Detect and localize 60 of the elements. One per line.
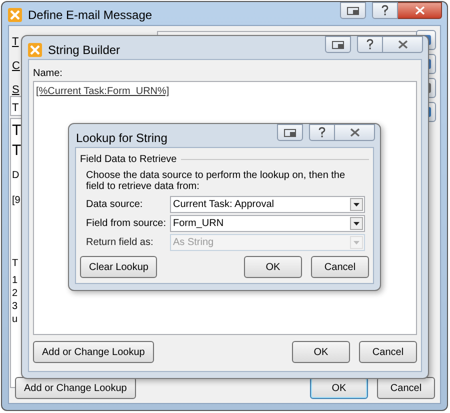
help-icon <box>366 39 374 50</box>
dialog-button[interactable]: OK <box>244 256 302 278</box>
dialog-button[interactable]: Cancel <box>377 377 435 399</box>
dropdown-value: As String <box>172 236 215 250</box>
lookup-button[interactable]: Add or Change Lookup <box>33 341 154 363</box>
lookup-button[interactable]: Clear Lookup <box>80 256 158 278</box>
help-button[interactable] <box>357 36 383 53</box>
window-mode-button[interactable] <box>325 36 351 53</box>
dropdown[interactable]: Current Task: Approval <box>170 196 365 213</box>
dropdown[interactable]: Form_URN <box>170 215 365 232</box>
close-icon <box>350 128 360 137</box>
window-title: Define E-mail Message <box>28 7 152 24</box>
dropdown-value: Current Task: Approval <box>172 198 275 212</box>
caret-icon <box>350 198 363 211</box>
close-icon <box>414 6 424 15</box>
caret-icon <box>350 236 363 249</box>
field-value: [%Current Task:Form_URN%] <box>36 86 170 97</box>
body-text: D <box>12 169 20 182</box>
field-label: T <box>12 35 20 48</box>
window-mode-icon <box>332 40 344 48</box>
close-icon <box>398 40 408 49</box>
instructions-text: Choose the data source to perform the lookup on, then the field to retrieve data from: <box>85 170 346 192</box>
body-text: 2 <box>12 287 18 300</box>
window-mode-button[interactable] <box>340 2 366 19</box>
close-button[interactable] <box>383 36 423 53</box>
window-title: Lookup for String <box>76 130 168 147</box>
dialog-button[interactable]: OK <box>310 377 368 399</box>
field-text: T <box>12 102 19 114</box>
window-mode-button[interactable] <box>277 124 303 141</box>
lookup-button[interactable]: Add or Change Lookup <box>15 377 136 399</box>
caret-icon <box>350 217 363 230</box>
dialog-button[interactable]: Cancel <box>359 341 417 363</box>
body-text: T <box>12 121 22 141</box>
help-icon <box>318 127 326 138</box>
field-label: Field from source: <box>86 217 168 231</box>
close-button[interactable] <box>335 124 375 141</box>
window-title: String Builder <box>48 42 120 59</box>
body-text: 1 <box>12 274 18 287</box>
dropdown-value: Form_URN <box>172 217 225 231</box>
field-label: S <box>12 83 20 96</box>
help-button[interactable] <box>309 124 335 141</box>
body-text: T <box>12 141 22 161</box>
tools-logo-icon <box>8 8 22 22</box>
help-button[interactable] <box>372 2 398 19</box>
close-button[interactable] <box>398 2 442 19</box>
body-text: [9 <box>12 194 20 207</box>
field-label: C <box>12 59 20 72</box>
field-label: Data source: <box>86 198 144 212</box>
window-mode-icon <box>284 128 296 136</box>
body-text: T <box>12 257 18 270</box>
group-title: Field Data to Retrieve <box>80 153 177 167</box>
body-text: 3 <box>12 300 18 313</box>
body-text: u <box>12 313 18 326</box>
window-mode-icon <box>347 6 359 14</box>
dialog-button[interactable]: Cancel <box>311 256 369 278</box>
field-label: Return field as: <box>86 236 154 250</box>
tools-logo-icon <box>28 43 42 57</box>
help-icon <box>381 5 389 16</box>
dialog-button[interactable]: OK <box>292 341 350 363</box>
field-label: Name: <box>33 67 62 80</box>
